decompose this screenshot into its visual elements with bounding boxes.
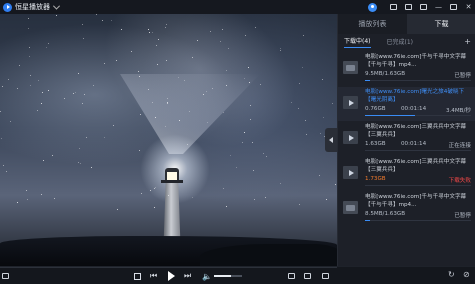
video-file-icon bbox=[343, 96, 358, 109]
download-item[interactable]: 电影[www.76ie.com]三翼兵兵中文字幕【三翼兵兵】 1.73GB 下载失败 bbox=[338, 157, 475, 192]
download-item-time: 00:01:14 bbox=[401, 106, 427, 112]
title-bar: 恒星播放器 — ✕ bbox=[0, 0, 475, 14]
download-item[interactable]: 电影[www.76ie.com]千与千寻中文字幕【千与千寻】mp4... 9.5M… bbox=[338, 52, 475, 87]
seek-bar[interactable] bbox=[0, 267, 337, 268]
download-item[interactable]: 电影[www.76ie.com]三翼兵兵中文字幕【三翼兵兵】 1.63GB 00:0… bbox=[338, 122, 475, 157]
folder-icon bbox=[343, 201, 358, 214]
fullscreen-icon[interactable] bbox=[304, 270, 311, 282]
download-list: 电影[www.76ie.com]千与千寻中文字幕【千与千寻】mp4... 9.5M… bbox=[338, 52, 475, 227]
play-icon[interactable] bbox=[168, 270, 175, 282]
volume-icon[interactable]: 🔈 bbox=[202, 270, 212, 282]
download-progress-bar bbox=[365, 150, 471, 151]
download-progress-bar bbox=[365, 185, 471, 186]
download-item-status: 已暂停 bbox=[454, 73, 471, 79]
download-item-name: 电影[www.76ie.com]三翼兵兵中文字幕【三翼兵兵】 bbox=[365, 124, 467, 138]
volume-slider[interactable] bbox=[214, 275, 242, 277]
download-item-time: 00:01:14 bbox=[401, 141, 427, 147]
download-progress-bar bbox=[365, 220, 471, 221]
download-item-name: 电影[www.76ie.com]三翼兵兵中文字幕【三翼兵兵】 bbox=[365, 159, 467, 173]
fullscreen-icon[interactable] bbox=[419, 3, 428, 12]
screenshot-icon[interactable] bbox=[288, 270, 295, 282]
download-item-status: 已暂停 bbox=[454, 213, 471, 219]
download-item-size: 1.63GB bbox=[365, 141, 386, 147]
stop-icon[interactable] bbox=[134, 270, 141, 282]
download-item-status: 3.4MB/秒 bbox=[445, 108, 471, 114]
download-item-status: 下载失败 bbox=[448, 178, 471, 184]
minimize-icon[interactable]: — bbox=[434, 3, 443, 12]
download-item-name: 电影[www.76ie.com]千与千寻中文字幕【千与千寻】mp4... bbox=[365, 194, 467, 208]
download-item-size: 0.76GB bbox=[365, 106, 386, 112]
theme-icon[interactable] bbox=[389, 3, 398, 12]
settings-icon[interactable] bbox=[322, 270, 329, 282]
app-logo-icon bbox=[3, 2, 12, 12]
next-icon[interactable]: ⏭ bbox=[184, 270, 191, 282]
download-item-name: 电影[www.76ie.com]曙光之旅4破晓下【曙光阴离】 bbox=[365, 89, 465, 103]
panel-collapse-button[interactable] bbox=[325, 128, 337, 152]
pip-icon[interactable] bbox=[404, 3, 413, 12]
download-item-size: 8.5MB/1.63GB bbox=[365, 211, 406, 217]
video-file-icon bbox=[343, 166, 358, 179]
playlist-toggle-icon[interactable] bbox=[2, 270, 9, 282]
close-icon[interactable]: ✕ bbox=[464, 3, 473, 12]
subtab-downloading[interactable]: 下载中(4) bbox=[344, 36, 371, 48]
maximize-icon[interactable] bbox=[449, 3, 458, 12]
refresh-icon[interactable]: ↻ bbox=[448, 271, 455, 279]
download-item[interactable]: 电影[www.76ie.com]曙光之旅4破晓下【曙光阴离】 0.76GB 00:0… bbox=[338, 87, 475, 122]
control-bar: ⏮ ⏭ 🔈 ↻ ⊘ bbox=[0, 266, 475, 284]
download-item-name: 电影[www.76ie.com]千与千寻中文字幕【千与千寻】mp4... bbox=[365, 54, 467, 68]
tab-playlist[interactable]: 播放列表 bbox=[338, 14, 407, 34]
download-progress-bar bbox=[365, 115, 471, 116]
chevron-down-icon[interactable] bbox=[52, 2, 61, 10]
download-item-status: 正在连接 bbox=[448, 143, 471, 149]
download-item[interactable]: 电影[www.76ie.com]千与千寻中文字幕【千与千寻】mp4... 8.5M… bbox=[338, 192, 475, 227]
download-progress-bar bbox=[365, 80, 471, 81]
video-canvas[interactable] bbox=[0, 14, 337, 266]
prev-icon[interactable]: ⏮ bbox=[150, 270, 157, 282]
side-panel: 播放列表 下载 下载中(4) 已完成(1) + 电影[www.76ie.com]… bbox=[337, 14, 475, 266]
folder-icon bbox=[343, 61, 358, 74]
video-file-icon bbox=[343, 131, 358, 144]
download-item-size: 1.73GB bbox=[365, 176, 386, 182]
tab-download[interactable]: 下载 bbox=[407, 14, 475, 34]
add-download-button[interactable]: + bbox=[464, 37, 471, 46]
app-title: 恒星播放器 bbox=[15, 3, 50, 11]
download-item-size: 9.5MB/1.63GB bbox=[365, 71, 406, 77]
delete-icon[interactable]: ⊘ bbox=[463, 271, 470, 279]
subtab-completed[interactable]: 已完成(1) bbox=[387, 37, 414, 48]
user-icon[interactable] bbox=[368, 2, 377, 12]
